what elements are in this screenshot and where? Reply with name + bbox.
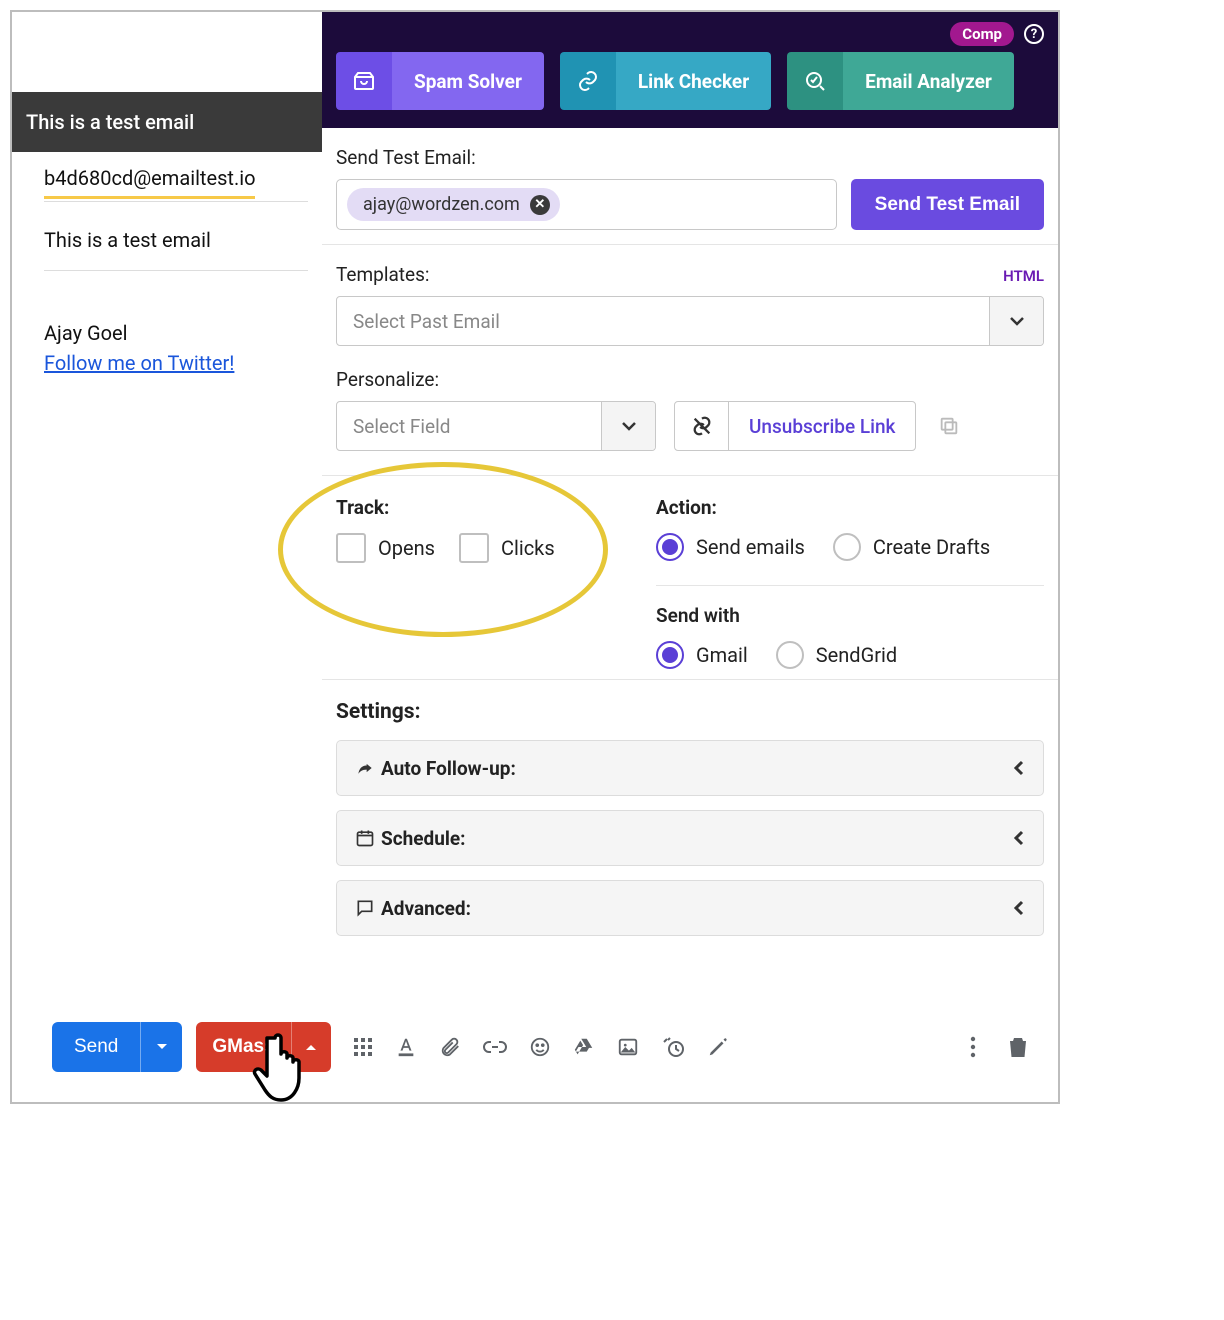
send-dropdown[interactable] xyxy=(140,1022,182,1072)
gmass-button[interactable]: GMass xyxy=(196,1022,290,1072)
gmail-radio[interactable]: Gmail xyxy=(656,641,748,669)
personalize-label: Personalize: xyxy=(336,368,1044,391)
spam-solver-button[interactable]: Spam Solver xyxy=(336,52,544,110)
calendar-icon xyxy=(355,828,381,848)
opens-checkbox[interactable]: Opens xyxy=(336,533,435,563)
templates-select[interactable]: Select Past Email xyxy=(336,296,1044,346)
compose-subject-text: This is a test email xyxy=(26,110,194,134)
create-drafts-radio[interactable]: Create Drafts xyxy=(833,533,990,561)
more-icon[interactable] xyxy=(970,1036,976,1058)
comp-badge[interactable]: Comp xyxy=(950,22,1014,46)
app-frame: This is a test email b4d680cd@emailtest.… xyxy=(10,10,1060,1104)
chevron-down-icon[interactable] xyxy=(601,402,655,450)
pen-icon[interactable] xyxy=(707,1036,729,1058)
email-analyzer-button[interactable]: Email Analyzer xyxy=(787,52,1014,110)
chat-icon xyxy=(355,898,381,918)
chevron-left-icon xyxy=(1013,900,1025,916)
insert-link-icon[interactable] xyxy=(483,1035,507,1059)
analyzer-icon xyxy=(787,52,843,110)
content-row: This is a test email b4d680cd@emailtest.… xyxy=(12,12,1058,992)
auto-followup-accordion[interactable]: Auto Follow-up: xyxy=(336,740,1044,796)
unsubscribe-link[interactable]: Unsubscribe Link xyxy=(729,415,915,438)
link-checker-button[interactable]: Link Checker xyxy=(560,52,771,110)
panel-header: Comp ? Spam Solver Link Checker xyxy=(322,12,1058,128)
gmass-panel: Comp ? Spam Solver Link Checker xyxy=(322,12,1058,992)
action-label: Action: xyxy=(656,496,1044,519)
track-label: Track: xyxy=(336,496,616,519)
copy-icon[interactable] xyxy=(938,401,960,451)
html-link[interactable]: HTML xyxy=(1003,267,1044,285)
to-address[interactable]: b4d680cd@emailtest.io xyxy=(44,152,255,199)
formatting-icon[interactable] xyxy=(353,1037,373,1057)
test-email-input[interactable]: ajay@wordzen.com ✕ xyxy=(336,179,837,230)
chevron-left-icon xyxy=(1013,830,1025,846)
settings-label: Settings: xyxy=(336,700,1044,724)
chevron-down-icon[interactable] xyxy=(989,297,1043,345)
settings-section: Settings: Auto Follow-up: Schedule: xyxy=(322,680,1058,964)
email-chip: ajay@wordzen.com ✕ xyxy=(347,188,560,221)
send-test-section: Send Test Email: ajay@wordzen.com ✕ Send… xyxy=(322,128,1058,245)
track-action-section: Track: Opens Clicks Action: xyxy=(322,476,1058,680)
help-icon[interactable]: ? xyxy=(1024,24,1044,44)
share-icon xyxy=(355,758,381,778)
schedule-icon[interactable] xyxy=(661,1035,685,1059)
emoji-icon[interactable] xyxy=(529,1036,551,1058)
link-icon xyxy=(560,52,616,110)
advanced-accordion[interactable]: Advanced: xyxy=(336,880,1044,936)
unlink-icon[interactable] xyxy=(675,402,729,450)
templates-section: Templates: HTML Select Past Email Person… xyxy=(322,245,1058,476)
send-button[interactable]: Send xyxy=(52,1022,140,1072)
compose-toolbar: Send GMass xyxy=(12,992,1058,1102)
gmass-dropdown[interactable] xyxy=(291,1022,331,1072)
clicks-checkbox[interactable]: Clicks xyxy=(459,533,555,563)
image-icon[interactable] xyxy=(617,1036,639,1058)
trash-icon[interactable] xyxy=(1008,1036,1028,1058)
templates-label: Templates: xyxy=(336,263,429,286)
drive-icon[interactable] xyxy=(573,1036,595,1058)
inbox-icon xyxy=(336,52,392,110)
compose-subject-bar: This is a test email xyxy=(12,92,322,152)
format-tool-group xyxy=(353,1035,729,1059)
send-test-email-button[interactable]: Send Test Email xyxy=(851,179,1044,230)
unsubscribe-box: Unsubscribe Link xyxy=(674,401,916,451)
chevron-left-icon xyxy=(1013,760,1025,776)
compose-preview: This is a test email b4d680cd@emailtest.… xyxy=(12,12,322,992)
send-emails-radio[interactable]: Send emails xyxy=(656,533,805,561)
chip-remove-icon[interactable]: ✕ xyxy=(530,195,550,215)
sendgrid-radio[interactable]: SendGrid xyxy=(776,641,897,669)
send-with-label: Send with xyxy=(656,604,1044,627)
text-color-icon[interactable] xyxy=(395,1036,417,1058)
signature-name: Ajay Goel xyxy=(44,271,308,351)
send-test-label: Send Test Email: xyxy=(336,146,1044,169)
signature-twitter-link[interactable]: Follow me on Twitter! xyxy=(44,351,234,375)
schedule-accordion[interactable]: Schedule: xyxy=(336,810,1044,866)
personalize-select[interactable]: Select Field xyxy=(336,401,656,451)
compose-body-subject[interactable]: This is a test email xyxy=(44,202,308,271)
attach-icon[interactable] xyxy=(439,1036,461,1058)
